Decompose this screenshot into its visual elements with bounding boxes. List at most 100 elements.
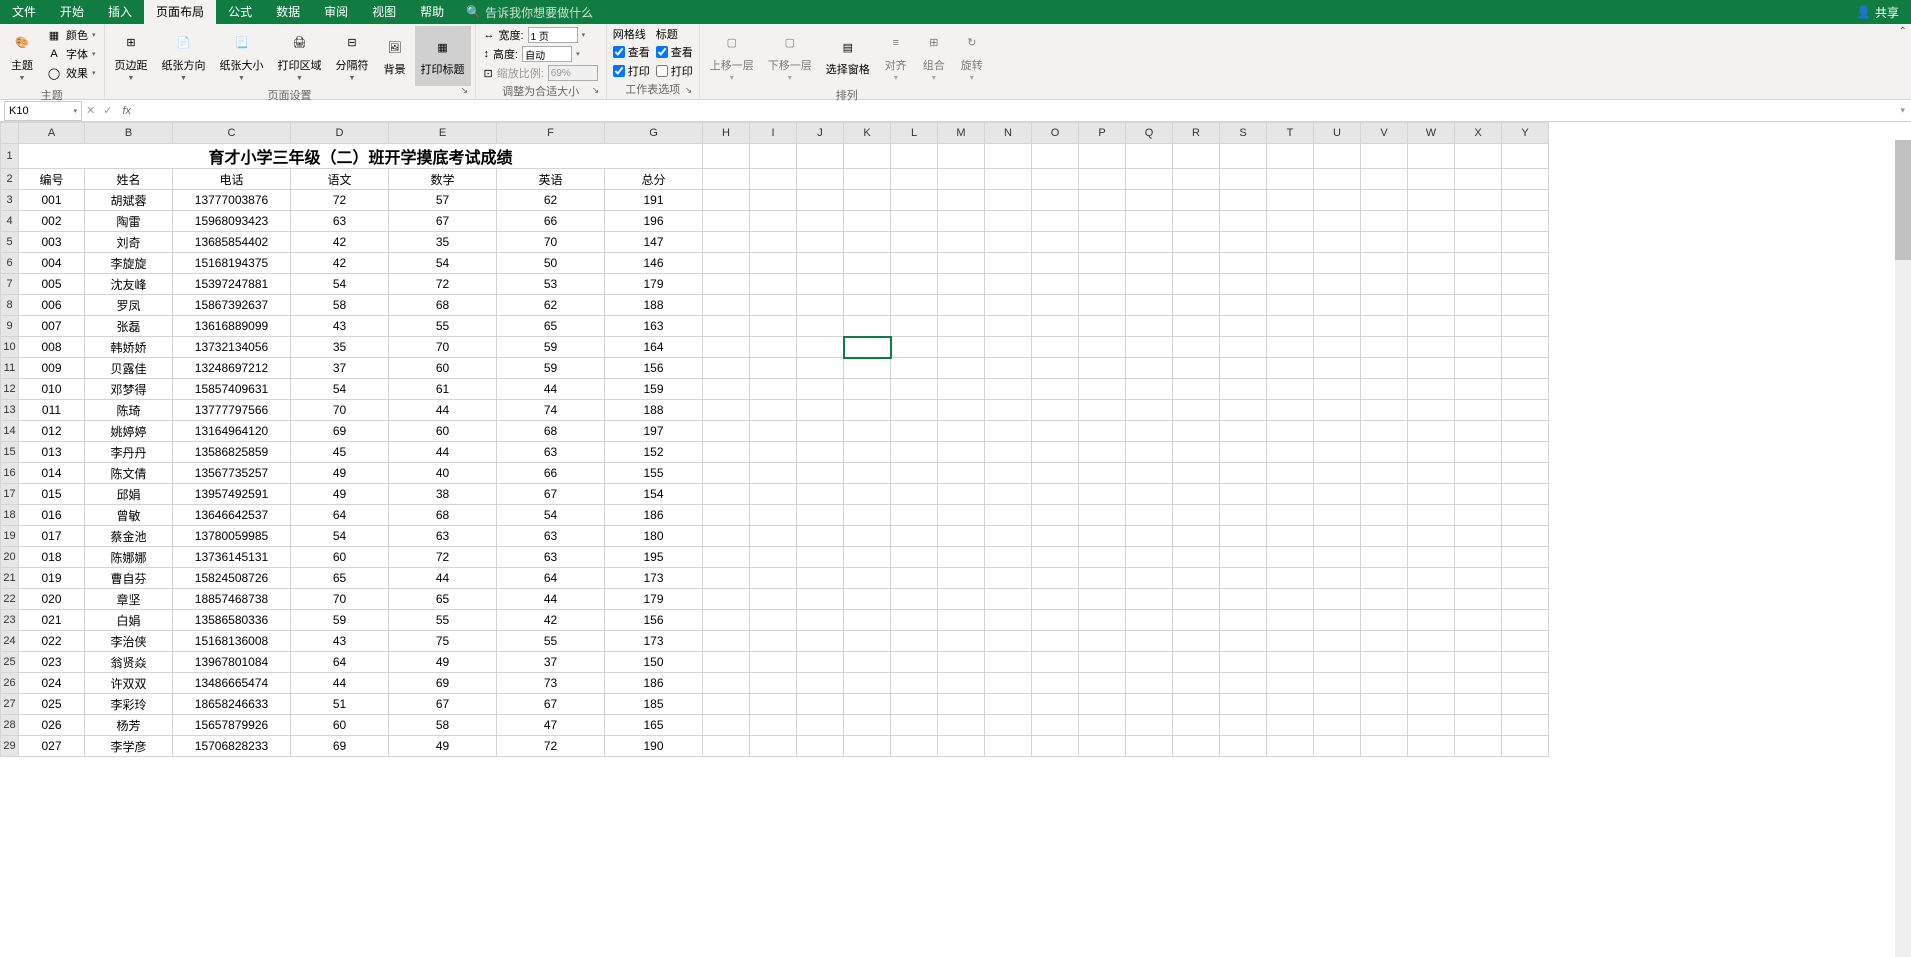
cell-T15[interactable] [1267,442,1314,463]
col-header-V[interactable]: V [1361,123,1408,144]
cell-O4[interactable] [1032,211,1079,232]
cell-O6[interactable] [1032,253,1079,274]
col-header-L[interactable]: L [891,123,938,144]
cell-D2[interactable]: 语文 [291,169,389,190]
cell-N21[interactable] [985,568,1032,589]
cell-X23[interactable] [1455,610,1502,631]
page-setup-launcher[interactable]: ↘ [461,85,473,97]
cell-Q10[interactable] [1126,337,1173,358]
cell-D22[interactable]: 70 [291,589,389,610]
cell-V6[interactable] [1361,253,1408,274]
cell-C18[interactable]: 13646642537 [173,505,291,526]
cell-H4[interactable] [703,211,750,232]
cell-H20[interactable] [703,547,750,568]
cell-B6[interactable]: 李旋旋 [85,253,173,274]
cell-U28[interactable] [1314,715,1361,736]
cell-S10[interactable] [1220,337,1267,358]
cell-B25[interactable]: 翁贤焱 [85,652,173,673]
row-header-14[interactable]: 14 [1,421,19,442]
cell-K4[interactable] [844,211,891,232]
cell-G14[interactable]: 197 [605,421,703,442]
cell-K29[interactable] [844,736,891,757]
cell-K11[interactable] [844,358,891,379]
cell-F24[interactable]: 55 [497,631,605,652]
cell-N29[interactable] [985,736,1032,757]
cell-R17[interactable] [1173,484,1220,505]
cell-P23[interactable] [1079,610,1126,631]
cell-L29[interactable] [891,736,938,757]
cell-C25[interactable]: 13967801084 [173,652,291,673]
cell-O12[interactable] [1032,379,1079,400]
cell-J28[interactable] [797,715,844,736]
row-header-20[interactable]: 20 [1,547,19,568]
cell-E9[interactable]: 55 [389,316,497,337]
col-header-C[interactable]: C [173,123,291,144]
cell-B22[interactable]: 章坚 [85,589,173,610]
cell-U23[interactable] [1314,610,1361,631]
cell-Q2[interactable] [1126,169,1173,190]
cell-M28[interactable] [938,715,985,736]
cell-M12[interactable] [938,379,985,400]
col-header-F[interactable]: F [497,123,605,144]
cell-I27[interactable] [750,694,797,715]
cell-B21[interactable]: 曹自芬 [85,568,173,589]
cell-N23[interactable] [985,610,1032,631]
cell-Y16[interactable] [1502,463,1549,484]
cell-U16[interactable] [1314,463,1361,484]
cell-J19[interactable] [797,526,844,547]
cell-W18[interactable] [1408,505,1455,526]
cell-C5[interactable]: 13685854402 [173,232,291,253]
col-header-M[interactable]: M [938,123,985,144]
cell-G2[interactable]: 总分 [605,169,703,190]
cell-S15[interactable] [1220,442,1267,463]
cell-U1[interactable] [1314,144,1361,169]
gridlines-view-checkbox[interactable]: 查看 [611,43,652,61]
cell-D28[interactable]: 60 [291,715,389,736]
cell-Q3[interactable] [1126,190,1173,211]
cell-J8[interactable] [797,295,844,316]
cell-W2[interactable] [1408,169,1455,190]
cell-N3[interactable] [985,190,1032,211]
cell-C7[interactable]: 15397247881 [173,274,291,295]
width-input[interactable] [528,27,578,43]
cell-A26[interactable]: 024 [19,673,85,694]
cell-J25[interactable] [797,652,844,673]
cell-Y19[interactable] [1502,526,1549,547]
row-header-2[interactable]: 2 [1,169,19,190]
cell-V12[interactable] [1361,379,1408,400]
cell-U19[interactable] [1314,526,1361,547]
cell-A15[interactable]: 013 [19,442,85,463]
cell-H6[interactable] [703,253,750,274]
cell-M4[interactable] [938,211,985,232]
cell-E17[interactable]: 38 [389,484,497,505]
cell-F3[interactable]: 62 [497,190,605,211]
cell-O15[interactable] [1032,442,1079,463]
cell-U22[interactable] [1314,589,1361,610]
cell-F5[interactable]: 70 [497,232,605,253]
cell-W5[interactable] [1408,232,1455,253]
cell-O26[interactable] [1032,673,1079,694]
cell-J1[interactable] [797,144,844,169]
cell-I25[interactable] [750,652,797,673]
cell-P27[interactable] [1079,694,1126,715]
cell-X13[interactable] [1455,400,1502,421]
cell-Y24[interactable] [1502,631,1549,652]
cell-G12[interactable]: 159 [605,379,703,400]
cell-I18[interactable] [750,505,797,526]
cell-L23[interactable] [891,610,938,631]
cell-P1[interactable] [1079,144,1126,169]
cell-Y1[interactable] [1502,144,1549,169]
cell-I16[interactable] [750,463,797,484]
cell-S26[interactable] [1220,673,1267,694]
cell-A29[interactable]: 027 [19,736,85,757]
row-header-4[interactable]: 4 [1,211,19,232]
col-header-N[interactable]: N [985,123,1032,144]
cell-N22[interactable] [985,589,1032,610]
cell-Y21[interactable] [1502,568,1549,589]
cell-K24[interactable] [844,631,891,652]
cell-J2[interactable] [797,169,844,190]
cell-M25[interactable] [938,652,985,673]
cell-O3[interactable] [1032,190,1079,211]
cell-W6[interactable] [1408,253,1455,274]
cell-A4[interactable]: 002 [19,211,85,232]
